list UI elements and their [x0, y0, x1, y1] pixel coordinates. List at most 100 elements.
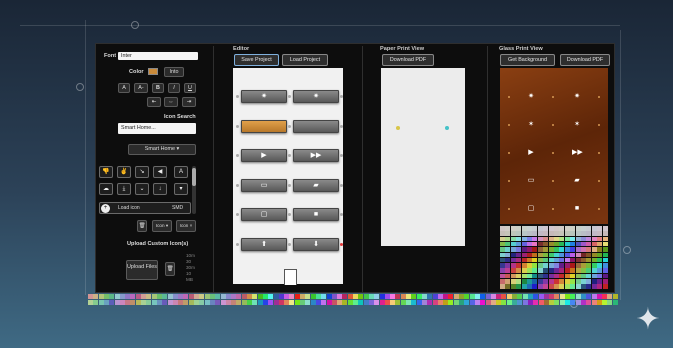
- strip-swatch[interactable]: [400, 299, 406, 305]
- strip-swatch[interactable]: [559, 299, 565, 305]
- strip-swatch[interactable]: [570, 299, 576, 305]
- font-size-down-button[interactable]: A-: [134, 83, 148, 93]
- palette-swatch[interactable]: [586, 247, 592, 252]
- glass-download-pdf-button[interactable]: Download PDF: [560, 54, 610, 66]
- caret-down-icon[interactable]: ▾: [174, 183, 188, 195]
- palette-swatch[interactable]: [559, 247, 565, 252]
- palette-swatch[interactable]: [602, 226, 608, 231]
- strip-swatch[interactable]: [469, 299, 475, 305]
- strip-swatch[interactable]: [368, 294, 374, 299]
- load-icon-row[interactable]: + Load icon SMD: [99, 202, 191, 214]
- strip-swatch[interactable]: [278, 299, 284, 305]
- palette-swatch[interactable]: [543, 284, 549, 289]
- palette-swatch[interactable]: [548, 236, 554, 242]
- palette-swatch[interactable]: [586, 279, 592, 284]
- palette-swatch[interactable]: [602, 268, 608, 273]
- editor-icon-left[interactable]: [241, 119, 287, 133]
- palette-swatch[interactable]: [559, 279, 565, 284]
- palette-swatch[interactable]: [597, 226, 603, 231]
- strip-swatch[interactable]: [490, 299, 496, 305]
- align-right-button[interactable]: ⇥: [182, 97, 196, 107]
- palette-swatch[interactable]: [575, 279, 581, 284]
- palette-swatch[interactable]: [521, 226, 527, 231]
- palette-swatch[interactable]: [532, 231, 538, 236]
- palette-swatch[interactable]: [597, 236, 603, 242]
- arrow-down-icon[interactable]: ↓: [153, 183, 167, 195]
- strip-swatch[interactable]: [549, 294, 555, 299]
- palette-swatch[interactable]: [570, 231, 576, 236]
- palette-swatch[interactable]: [537, 247, 543, 252]
- palette-swatch[interactable]: [532, 279, 538, 284]
- strip-swatch[interactable]: [305, 294, 311, 299]
- strip-swatch[interactable]: [554, 299, 560, 305]
- icon-grid-scrollbar[interactable]: [192, 166, 196, 214]
- palette-swatch[interactable]: [527, 257, 532, 263]
- palette-swatch[interactable]: [527, 236, 532, 242]
- palette-swatch[interactable]: [575, 257, 581, 263]
- strip-swatch[interactable]: [432, 294, 438, 299]
- strip-swatch[interactable]: [480, 299, 486, 305]
- palette-swatch[interactable]: [527, 241, 532, 247]
- palette-swatch[interactable]: [597, 273, 603, 279]
- palette-swatch[interactable]: [581, 263, 586, 268]
- strip-swatch[interactable]: [570, 294, 576, 299]
- palette-swatch[interactable]: [570, 226, 576, 231]
- strip-swatch[interactable]: [268, 294, 274, 299]
- strip-swatch[interactable]: [543, 299, 549, 305]
- palette-swatch[interactable]: [591, 263, 597, 268]
- palette-swatch[interactable]: [521, 263, 527, 268]
- palette-swatch[interactable]: [548, 279, 554, 284]
- palette-swatch[interactable]: [500, 231, 505, 236]
- strip-swatch[interactable]: [443, 294, 449, 299]
- strip-swatch[interactable]: [146, 294, 152, 299]
- palette-swatch[interactable]: [500, 226, 505, 231]
- strip-swatch[interactable]: [109, 294, 115, 299]
- palette-swatch[interactable]: [543, 226, 549, 231]
- strip-swatch[interactable]: [252, 299, 258, 305]
- strip-swatch[interactable]: [591, 294, 597, 299]
- strip-swatch[interactable]: [586, 294, 592, 299]
- color-swatch[interactable]: [148, 68, 158, 75]
- strip-swatch[interactable]: [119, 299, 125, 305]
- editor-icon-left[interactable]: ✷: [241, 90, 287, 103]
- strip-swatch[interactable]: [390, 299, 396, 305]
- strip-swatch[interactable]: [204, 299, 210, 305]
- strip-swatch[interactable]: [575, 299, 581, 305]
- strip-swatch[interactable]: [172, 299, 178, 305]
- strip-swatch[interactable]: [347, 299, 353, 305]
- strip-swatch[interactable]: [188, 294, 194, 299]
- strip-swatch[interactable]: [406, 294, 411, 299]
- strip-swatch[interactable]: [103, 299, 109, 305]
- palette-swatch[interactable]: [564, 226, 570, 231]
- palette-swatch[interactable]: [505, 236, 511, 242]
- palette-swatch[interactable]: [575, 236, 581, 242]
- editor-icon-right[interactable]: ✷: [293, 90, 339, 103]
- palette-swatch[interactable]: [537, 263, 543, 268]
- palette-swatch[interactable]: [591, 231, 597, 236]
- palette-swatch[interactable]: [510, 252, 516, 257]
- palette-swatch[interactable]: [575, 241, 581, 247]
- palette-swatch[interactable]: [548, 252, 554, 257]
- color-strip[interactable]: [88, 294, 620, 306]
- strip-swatch[interactable]: [209, 294, 215, 299]
- palette-swatch[interactable]: [505, 241, 511, 247]
- strip-swatch[interactable]: [416, 299, 422, 305]
- strip-swatch[interactable]: [501, 299, 507, 305]
- palette-swatch[interactable]: [597, 252, 603, 257]
- palette-swatch[interactable]: [521, 268, 527, 273]
- strip-swatch[interactable]: [533, 294, 539, 299]
- strip-swatch[interactable]: [591, 299, 597, 305]
- strip-swatch[interactable]: [337, 294, 343, 299]
- palette-swatch[interactable]: [570, 284, 576, 289]
- strip-swatch[interactable]: [448, 299, 454, 305]
- palette-swatch[interactable]: [505, 252, 511, 257]
- strip-swatch[interactable]: [480, 294, 486, 299]
- palette-swatch[interactable]: [510, 273, 516, 279]
- palette-swatch[interactable]: [532, 284, 538, 289]
- palette-swatch[interactable]: [537, 279, 543, 284]
- palette-swatch[interactable]: [554, 268, 559, 273]
- palette-swatch[interactable]: [521, 236, 527, 242]
- align-center-button[interactable]: ⇔: [164, 97, 178, 107]
- strip-swatch[interactable]: [88, 299, 93, 305]
- palette-swatch[interactable]: [537, 236, 543, 242]
